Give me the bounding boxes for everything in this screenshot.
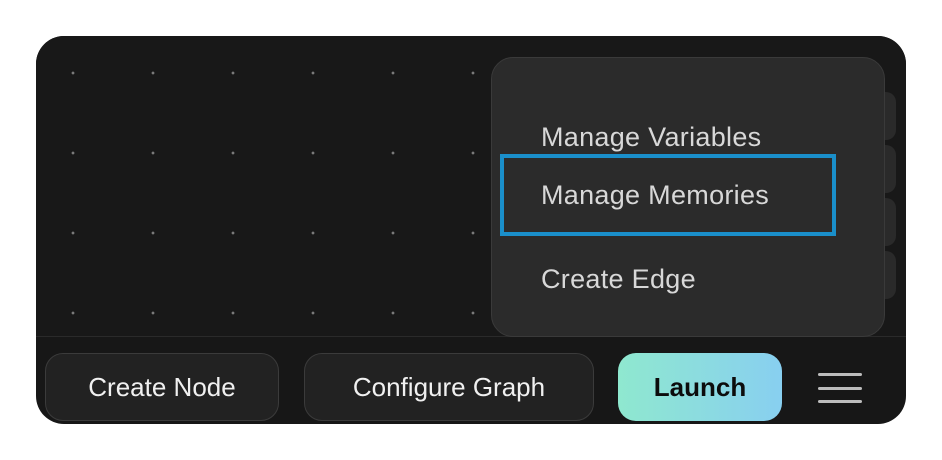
bottom-toolbar: Create Node Configure Graph Launch <box>36 337 906 424</box>
menu-item-label: Manage Variables <box>541 121 762 152</box>
launch-button[interactable]: Launch <box>618 353 782 421</box>
graph-editor-window: Manage Variables Manage Memories Create … <box>36 36 906 424</box>
context-menu: Manage Variables Manage Memories Create … <box>491 57 885 337</box>
menu-item-manage-memories[interactable]: Manage Memories <box>500 154 836 236</box>
hamburger-menu-icon[interactable] <box>818 373 862 403</box>
create-node-button[interactable]: Create Node <box>45 353 279 421</box>
menu-item-label: Manage Memories <box>541 179 770 210</box>
create-node-label: Create Node <box>88 371 236 402</box>
configure-graph-button[interactable]: Configure Graph <box>304 353 594 421</box>
menu-item-create-edge[interactable]: Create Edge <box>500 238 836 320</box>
launch-label: Launch <box>653 371 747 402</box>
menu-item-label: Create Edge <box>541 263 696 294</box>
configure-graph-label: Configure Graph <box>352 371 546 402</box>
